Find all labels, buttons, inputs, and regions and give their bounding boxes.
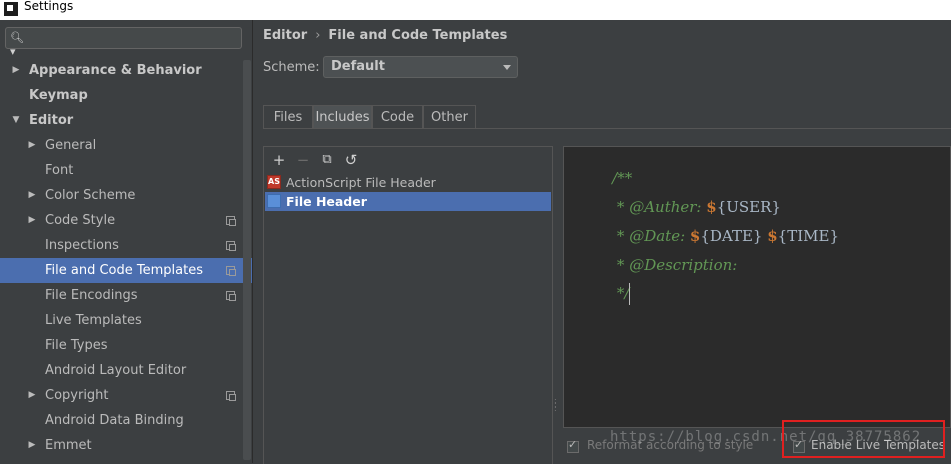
template-list-item[interactable]: File Header [265, 192, 551, 211]
settings-sidebar: 🔍︎▾ ▶ Appearance & Behavior Keymap ▼ Editor ▶… [0, 20, 253, 463]
sidebar-item-label: Live Templates [45, 313, 142, 328]
sidebar-item-keymap[interactable]: Keymap [0, 83, 252, 108]
template-list-item[interactable]: ActionScript File Header [265, 173, 551, 192]
collapsed-arrow-icon[interactable]: ▶ [11, 58, 21, 83]
sidebar-item-label: Color Scheme [45, 188, 136, 203]
collapsed-arrow-icon[interactable]: ▶ [27, 433, 37, 458]
project-scope-icon [226, 241, 236, 251]
template-list: ActionScript File Header File Header [265, 173, 551, 211]
template-label: ActionScript File Header [286, 175, 436, 190]
template-label: File Header [286, 194, 367, 209]
sidebar-item-file-encodings[interactable]: File Encodings [0, 283, 252, 308]
scheme-dropdown[interactable]: Default [323, 56, 518, 78]
scheme-label: Scheme: [263, 60, 320, 75]
sidebar-item-emmet[interactable]: ▶ Emmet [0, 433, 252, 458]
expanded-arrow-icon[interactable]: ▼ [11, 108, 21, 133]
window-title: Settings [24, 0, 74, 13]
remove-template-button[interactable]: − [294, 151, 312, 169]
tab-files[interactable]: Files [263, 105, 313, 129]
watermark-text: https://blog.csdn.net/qq_38775862 [610, 429, 922, 445]
reformat-checkbox[interactable] [567, 438, 579, 453]
title-bar: Settings [0, 0, 951, 20]
tab-content: + − ⧉ ↺ ActionScript File Header File He… [263, 128, 951, 464]
sidebar-scrollbar[interactable] [243, 60, 251, 460]
splitter-grip[interactable]: ::: [554, 397, 558, 413]
project-scope-icon [226, 216, 236, 226]
project-scope-icon [226, 266, 236, 276]
sidebar-item-copyright[interactable]: ▶ Copyright [0, 383, 252, 408]
sidebar-item-label: Android Layout Editor [45, 363, 187, 378]
collapsed-arrow-icon[interactable]: ▶ [27, 383, 37, 408]
collapsed-arrow-icon[interactable]: ▶ [27, 183, 37, 208]
collapsed-arrow-icon[interactable]: ▶ [27, 133, 37, 158]
chevron-down-icon [503, 65, 511, 70]
sidebar-item-label: Appearance & Behavior [29, 63, 202, 78]
sidebar-item-code-style[interactable]: ▶ Code Style [0, 208, 252, 233]
breadcrumb: Editor › File and Code Templates [263, 28, 507, 43]
add-template-button[interactable]: + [270, 151, 288, 169]
project-scope-icon [226, 291, 236, 301]
tab-includes[interactable]: Includes [313, 105, 372, 129]
template-list-panel: + − ⧉ ↺ ActionScript File Header File He… [263, 146, 553, 464]
sidebar-item-color-scheme[interactable]: ▶ Color Scheme [0, 183, 252, 208]
app-icon [4, 2, 18, 16]
scheme-value: Default [331, 59, 385, 74]
project-scope-icon [226, 391, 236, 401]
text-caret [629, 283, 631, 305]
sidebar-item-label: File Encodings [45, 288, 138, 303]
code-line: */ [574, 265, 631, 323]
sidebar-item-appearance-behavior[interactable]: ▶ Appearance & Behavior [0, 58, 252, 83]
sidebar-item-android-layout-editor[interactable]: Android Layout Editor [0, 358, 252, 383]
sidebar-item-inspections[interactable]: Inspections [0, 233, 252, 258]
tab-code[interactable]: Code [372, 105, 423, 129]
sidebar-item-label: Copyright [45, 388, 109, 403]
reset-template-button[interactable]: ↺ [342, 151, 360, 169]
sidebar-item-label: Editor [29, 113, 74, 128]
tab-other[interactable]: Other [423, 105, 476, 129]
sidebar-item-general[interactable]: ▶ General [0, 133, 252, 158]
sidebar-item-label: Code Style [45, 213, 116, 228]
breadcrumb-separator: › [315, 28, 321, 43]
sidebar-item-file-and-code-templates[interactable]: File and Code Templates [0, 258, 252, 283]
copy-template-button[interactable]: ⧉ [318, 151, 336, 169]
actionscript-file-icon [267, 175, 281, 189]
sidebar-item-android-data-binding[interactable]: Android Data Binding [0, 408, 252, 433]
template-editor[interactable]: /** * @Auther: ${USER} * @Date: ${DATE} … [563, 146, 951, 428]
breadcrumb-parent[interactable]: Editor [263, 28, 307, 43]
sidebar-item-label: General [45, 138, 97, 153]
sidebar-item-label: File Types [45, 338, 108, 353]
settings-main-panel: Editor › File and Code Templates Scheme: D… [253, 20, 951, 464]
breadcrumb-current: File and Code Templates [328, 28, 508, 43]
search-box[interactable]: 🔍︎▾ [5, 27, 242, 58]
sidebar-item-live-templates[interactable]: Live Templates [0, 308, 252, 333]
sidebar-item-label: Emmet [45, 438, 92, 453]
sidebar-item-editor[interactable]: ▼ Editor [0, 108, 252, 133]
search-icon[interactable]: 🔍︎▾ [10, 31, 26, 58]
file-header-icon [267, 194, 281, 208]
sidebar-item-label: Inspections [45, 238, 119, 253]
collapsed-arrow-icon[interactable]: ▶ [27, 208, 37, 233]
sidebar-item-label: File and Code Templates [45, 263, 203, 278]
sidebar-item-file-types[interactable]: File Types [0, 333, 252, 358]
sidebar-item-label: Android Data Binding [45, 413, 184, 428]
sidebar-item-font[interactable]: Font [0, 158, 252, 183]
search-input[interactable] [28, 29, 242, 49]
sidebar-item-label: Keymap [29, 88, 88, 103]
sidebar-item-label: Font [45, 163, 74, 178]
settings-tree: ▶ Appearance & Behavior Keymap ▼ Editor ▶ Gene… [0, 58, 252, 458]
